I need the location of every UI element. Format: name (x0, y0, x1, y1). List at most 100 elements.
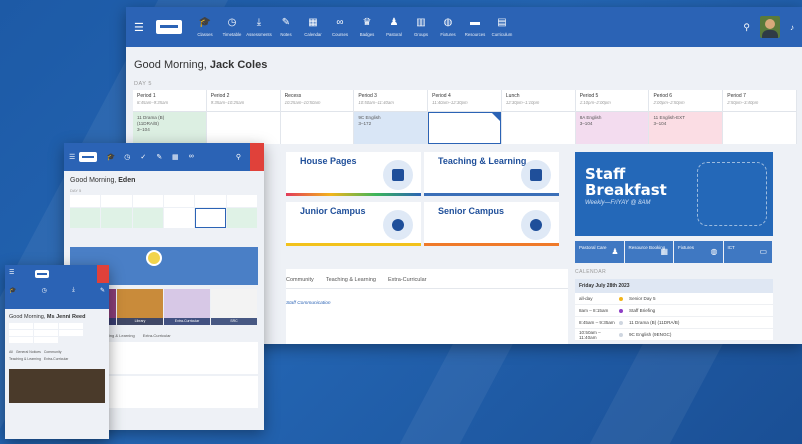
clock-icon[interactable]: ◷ (119, 153, 135, 161)
period-class[interactable] (428, 112, 501, 144)
notification-button[interactable] (97, 265, 109, 283)
menu-icon[interactable]: ☰ (9, 269, 14, 276)
sun-avatar-icon (146, 250, 162, 266)
nav-item-groups[interactable]: ▥ Groups (408, 17, 434, 37)
news-tab[interactable]: Extra-Curricular (388, 277, 427, 288)
calendar-event[interactable]: all-day Senior Day 5 (575, 293, 773, 305)
calendar-event[interactable]: 8:45am – 9:35am 11 Drama (B) (11DRA/B) (575, 317, 773, 329)
nav-item-pastoral[interactable]: ♟ Pastoral (381, 17, 407, 37)
tile[interactable]: Library (117, 289, 163, 325)
background-stripe (399, 330, 521, 444)
period-header: Period 3 10:50am–11:40am (354, 90, 428, 112)
notes-icon[interactable]: ✎ (151, 153, 167, 161)
quick-link[interactable]: Fixtures ◍ (674, 241, 723, 263)
graduation-cap-icon[interactable]: 🎓 (103, 153, 119, 161)
school-logo[interactable] (35, 270, 49, 278)
nav-item-badges[interactable]: ♛ Badges (354, 17, 380, 37)
period-column[interactable]: Period 1 8:45am–9:35am 11 Drama (B) (11DRA/… (133, 90, 207, 144)
search-icon[interactable]: ⚲ (236, 153, 241, 161)
period-cell[interactable] (34, 323, 58, 329)
nav-item-courses[interactable]: ∞ Courses (327, 17, 353, 37)
period-column[interactable]: Period 3 10:50am–11:40am 9C English 3–172 (354, 90, 429, 144)
nav-item-resources[interactable]: ▬ Resources (462, 17, 488, 37)
period-header: Period 1 8:45am–9:35am (133, 90, 206, 112)
tile-senior-campus[interactable]: Senior Campus (424, 202, 559, 246)
period-cell[interactable] (70, 195, 101, 243)
period-header: Period 5 1:10pm–2:00pm (575, 90, 649, 112)
nav-item-curriculum[interactable]: ▤ Curriculum (489, 17, 515, 37)
graduation-cap-icon[interactable]: 🎓 (9, 287, 16, 294)
avatar[interactable] (760, 16, 780, 38)
notification-icon[interactable]: ♪ (790, 23, 794, 32)
school-logo[interactable] (156, 20, 182, 34)
quick-tiles: House Pages Teaching & Learning Junior C… (286, 152, 566, 250)
notification-button[interactable] (250, 143, 264, 171)
calendar-events: all-day Senior Day 5 8am – 8:15am Staff Bri… (575, 293, 773, 341)
period-class[interactable]: 11 Drama (B) (11DRA/B) 3–104 (133, 112, 206, 144)
tile-junior-campus[interactable]: Junior Campus (286, 202, 421, 246)
period-class[interactable] (723, 112, 797, 144)
period-class[interactable]: 8A English 3–104 (575, 112, 649, 144)
period-column[interactable]: Period 5 1:10pm–2:00pm 8A English 3–104 (575, 90, 650, 144)
menu-icon[interactable]: ☰ (134, 21, 150, 34)
news-tab[interactable]: Teaching & Learning (326, 277, 376, 288)
period-class[interactable] (280, 112, 354, 144)
buildings-icon: ▥ (416, 17, 426, 28)
nav-item-notes[interactable]: ✎ Notes (273, 17, 299, 37)
notes-icon[interactable]: ✎ (100, 287, 105, 294)
calendar-icon[interactable]: ▦ (167, 153, 183, 161)
news-photo[interactable] (9, 369, 105, 403)
check-icon[interactable]: ✓ (135, 153, 151, 161)
period-column[interactable]: Recess 10:25am–10:50am (280, 90, 355, 144)
period-class[interactable] (206, 112, 280, 144)
period-column[interactable]: Period 7 2:50pm–3:40pm (723, 90, 798, 144)
clock-icon[interactable]: ◷ (42, 287, 47, 294)
nav-item-fixtures[interactable]: ◍ Fixtures (435, 17, 461, 37)
period-column[interactable]: Period 4 11:40am–12:30pm (428, 90, 502, 144)
download-icon[interactable]: ⤓ (72, 287, 75, 294)
period-cell[interactable] (9, 337, 33, 343)
period-cell[interactable] (34, 330, 58, 336)
period-cell[interactable] (101, 195, 132, 243)
menu-icon[interactable]: ☰ (69, 153, 75, 161)
period-class[interactable]: 9C English 3–172 (354, 112, 428, 144)
news-tab[interactable]: Community (286, 277, 314, 288)
calendar-event[interactable]: 8am – 8:15am Staff Briefing (575, 305, 773, 317)
nav-item-assessments[interactable]: ⤓ Assessments (246, 17, 272, 37)
period-column[interactable]: Lunch 12:30pm–1:10pm (501, 90, 576, 144)
period-header: Period 7 2:50pm–3:40pm (723, 90, 797, 112)
quick-link[interactable]: Pastoral Care ♟ (575, 241, 624, 263)
school-logo[interactable] (79, 152, 98, 162)
cycle-icon[interactable]: ∞ (183, 153, 199, 161)
monitor-icon: ▭ (759, 247, 767, 256)
tile[interactable]: SRC (211, 289, 257, 325)
period-cell[interactable] (34, 337, 58, 343)
person-icon (521, 210, 551, 240)
banner-subtitle: Weekly—FriYAY @ 8AM (585, 200, 651, 206)
period-class[interactable]: 11 English-EXT 3–104 (649, 112, 723, 144)
nav-item-timetable[interactable]: ◷ Timetable (219, 17, 245, 37)
nav-item-classes[interactable]: 🎓 Classes (192, 17, 218, 37)
search-icon[interactable]: ⚲ (743, 22, 750, 33)
quick-link[interactable]: Resource Booking ▦ (624, 241, 673, 263)
period-cell[interactable] (59, 330, 83, 336)
period-column[interactable]: Period 6 2:00pm–2:50pm 11 English-EXT 3–104 (649, 90, 724, 144)
nav-item-calendar[interactable]: ▦ Calendar (300, 17, 326, 37)
calendar-event[interactable]: 10:50am – 11:40am 9C English (9ENGC) (575, 329, 773, 341)
staff-breakfast-banner[interactable]: Staff Breakfast Weekly—FriYAY @ 8AM (575, 152, 773, 236)
tile-house-pages[interactable]: House Pages (286, 152, 421, 196)
quick-link[interactable]: ICT ▭ (723, 241, 772, 263)
period-cell[interactable] (226, 195, 257, 243)
period-cell[interactable] (132, 195, 163, 243)
period-cell[interactable] (195, 195, 226, 243)
period-column[interactable]: Period 2 9:35am–10:25am (206, 90, 281, 144)
period-cell[interactable] (163, 195, 195, 243)
tile-teaching-learning[interactable]: Teaching & Learning (424, 152, 559, 196)
period-cell[interactable] (9, 323, 33, 329)
tile[interactable]: Extra-Curricular (164, 289, 210, 325)
period-cell[interactable] (59, 323, 83, 329)
news-panel: Community Teaching & Learning Extra-Curric… (286, 269, 568, 344)
period-cell[interactable] (9, 330, 33, 336)
period-class[interactable] (501, 112, 575, 144)
banner-title: Staff Breakfast (585, 165, 667, 199)
